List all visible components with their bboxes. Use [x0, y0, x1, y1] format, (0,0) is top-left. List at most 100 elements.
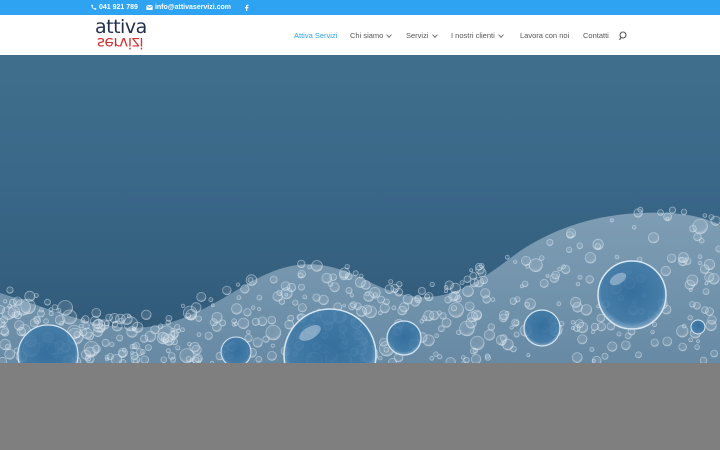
nav-item-label: I nostri clienti	[451, 31, 495, 40]
foam-bubble	[82, 322, 90, 330]
foam-bubble	[267, 315, 277, 325]
foam-bubble	[545, 273, 550, 278]
foam-bubble	[354, 302, 362, 311]
foam-bubble	[475, 264, 485, 275]
foam-bubble	[210, 303, 215, 308]
foam-bubble	[697, 260, 703, 266]
phone-contact[interactable]: 041 921 789	[90, 4, 138, 11]
foam-bubble	[365, 291, 370, 297]
foam-bubble	[589, 346, 595, 352]
top-bar-contacts: 041 921 789 info@attivaservizi.com	[90, 0, 250, 15]
foam-bubble	[140, 355, 150, 363]
foam-bubble	[668, 206, 677, 214]
foam-bubble	[539, 278, 549, 288]
foam-bubble	[352, 270, 359, 277]
foam-bubble	[160, 356, 167, 363]
foam-bubble	[116, 334, 124, 342]
foam-bubble	[0, 327, 10, 337]
foam-bubble	[240, 284, 250, 294]
foam-bubble	[297, 272, 304, 279]
foam-bubble	[464, 301, 475, 312]
foam-bubble	[570, 319, 576, 325]
foam-bubble	[637, 206, 644, 213]
foam-bubble	[160, 337, 166, 343]
search-icon[interactable]	[619, 31, 629, 41]
nav-item-lavora-con-noi[interactable]: Lavora con noi	[520, 31, 569, 40]
foam-bubble	[321, 272, 333, 284]
foam-bubble	[297, 303, 307, 313]
phone-icon	[91, 4, 97, 10]
foam-bubble	[243, 308, 252, 317]
foam-bubble	[513, 259, 518, 264]
foam-bubble	[701, 306, 709, 314]
foam-bubble	[424, 293, 431, 300]
facebook-icon[interactable]	[243, 4, 250, 11]
chevron-down-icon	[431, 31, 438, 38]
foam-bubble	[33, 315, 40, 323]
site-header: attiva servizi Attiva Servizi Chi siamo …	[0, 15, 720, 55]
foam-bubble	[209, 318, 218, 327]
nav-item-i-nostri-clienti[interactable]: I nostri clienti	[451, 31, 504, 40]
foam-bubble	[459, 320, 475, 337]
foam-bubble	[269, 275, 278, 284]
foam-bubble	[48, 311, 54, 317]
foam-bubble	[339, 270, 349, 281]
foam-bubble	[358, 273, 364, 279]
foam-bubble	[0, 304, 6, 315]
foam-bubble	[397, 305, 408, 316]
foam-bubble	[131, 343, 138, 350]
foam-bubble	[511, 318, 520, 327]
foam-bubble	[678, 342, 687, 352]
foam-bubble	[384, 284, 395, 295]
foam-bubble	[688, 337, 693, 343]
foam-bubble	[414, 294, 422, 302]
foam-bubble	[572, 302, 583, 313]
nav-item-chi-siamo[interactable]: Chi siamo	[350, 31, 393, 40]
foam-bubble	[292, 299, 299, 306]
foam-bubble	[702, 213, 708, 218]
foam-bubble	[566, 246, 573, 253]
foam-bubble	[473, 276, 485, 288]
foam-bubble	[392, 288, 398, 294]
email-contact[interactable]: info@attivaservizi.com	[146, 4, 231, 11]
foam-bubble	[252, 337, 263, 348]
foam-bubble	[135, 348, 144, 357]
foam-bubble	[179, 348, 195, 363]
foam-bubble	[514, 296, 521, 303]
foam-bubble	[44, 298, 51, 306]
foam-bubble	[429, 281, 435, 287]
foam-bubble	[704, 272, 715, 283]
foam-bubble	[195, 315, 202, 322]
top-bar: 041 921 789 info@attivaservizi.com	[0, 0, 720, 15]
foam-bubble	[231, 322, 237, 327]
nav-item-servizi[interactable]: Servizi	[406, 31, 438, 40]
hero-banner	[0, 55, 720, 363]
foam-bubble	[647, 232, 660, 244]
foam-bubble	[92, 344, 101, 354]
foam-bubble	[121, 347, 127, 353]
foam-bubble	[710, 349, 719, 358]
foam-bubble	[429, 355, 435, 361]
foam-bubble	[109, 312, 120, 324]
foam-bubble	[592, 238, 604, 251]
nav-item-label: Chi siamo	[350, 31, 384, 40]
foam-bubble	[257, 306, 262, 312]
foam-bubble	[257, 316, 268, 327]
nav-item-attiva-servizi[interactable]: Attiva Servizi	[294, 31, 337, 40]
foam-bubble	[388, 279, 394, 285]
foam-bubble	[576, 242, 584, 250]
foam-bubble	[678, 256, 685, 263]
foam-bubble	[130, 355, 141, 363]
foam-bubble	[165, 348, 171, 354]
foam-bubble	[676, 325, 689, 338]
foam-bubble	[170, 327, 175, 333]
nav-item-contatti[interactable]: Contatti	[583, 31, 609, 40]
foam-bubble	[235, 282, 241, 287]
foam-bubble	[614, 254, 620, 260]
foam-bubble	[170, 356, 177, 363]
foam-bubble	[85, 355, 92, 362]
foam-bubble	[11, 311, 17, 317]
foam-bubble	[703, 258, 716, 271]
foam-bubble	[349, 293, 354, 298]
foam-bubble	[80, 318, 86, 323]
